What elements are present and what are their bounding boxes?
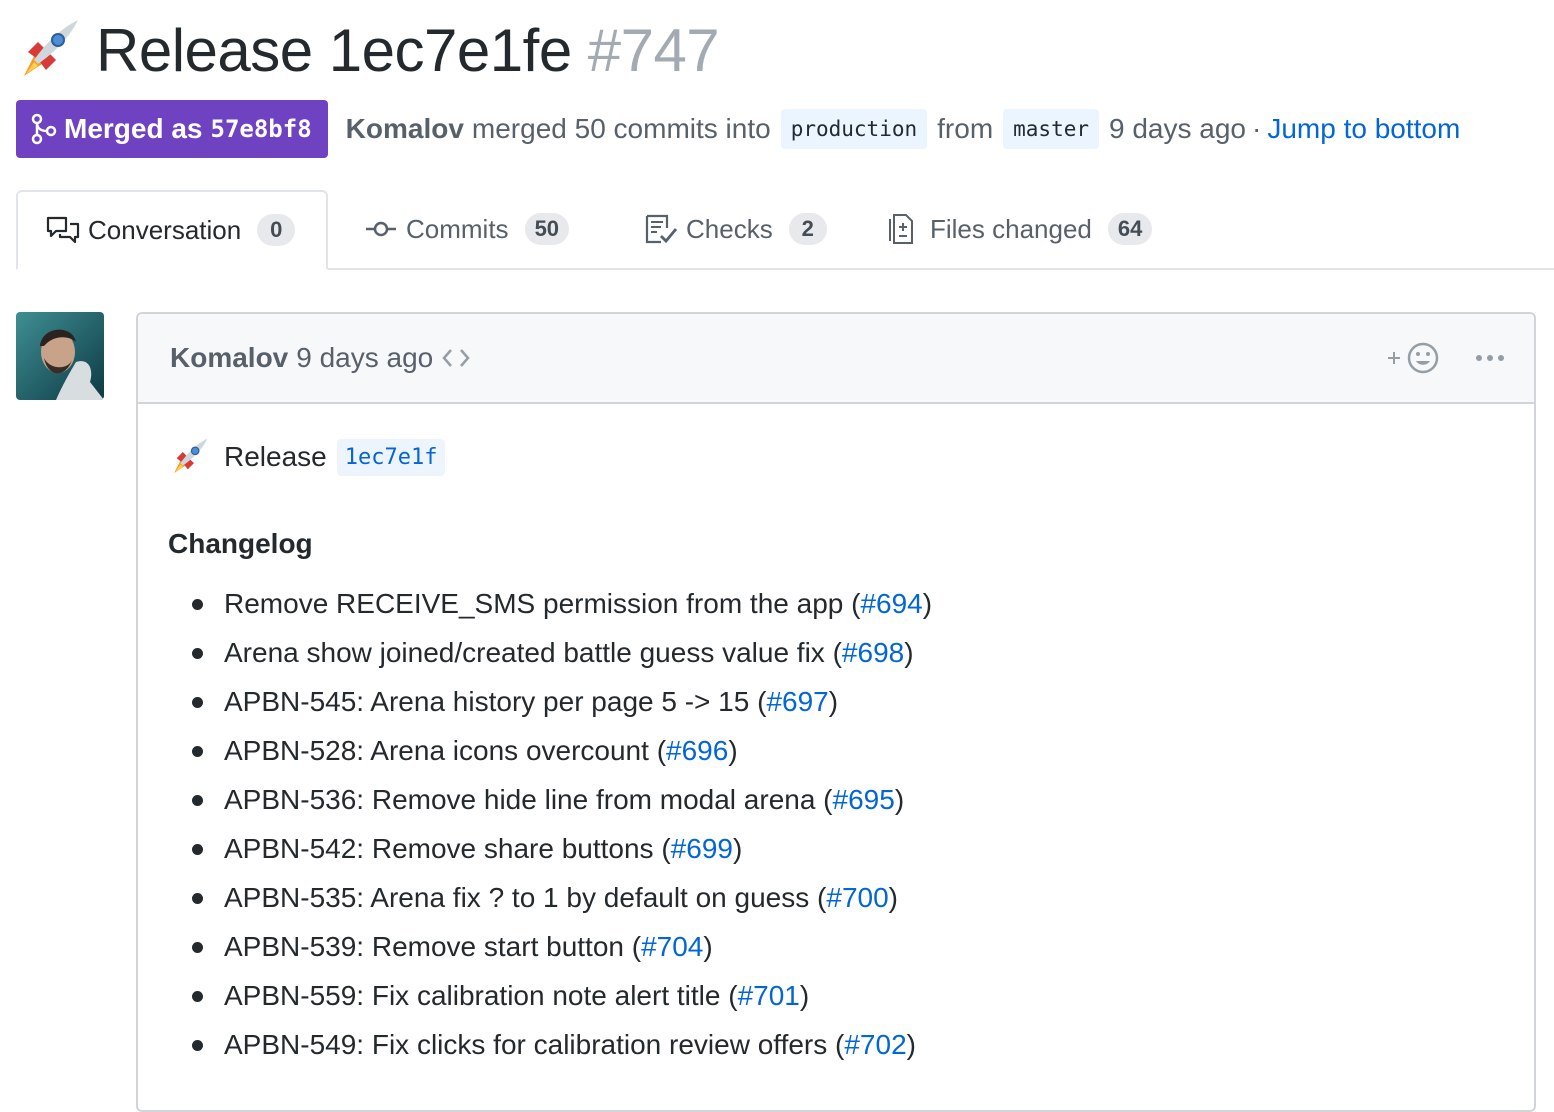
rocket-icon (168, 436, 210, 478)
bullet-icon (192, 942, 203, 953)
rocket-icon (14, 16, 82, 84)
tab-files-changed-label: Files changed (930, 213, 1092, 244)
bullet-icon (192, 599, 203, 610)
merged-state-badge: Merged as 57e8bf8 (16, 100, 328, 158)
changelog-item-pr-link[interactable]: #694 (860, 588, 922, 619)
bullet-icon (192, 893, 203, 904)
merged-commits-text: merged 50 commits into (471, 113, 771, 144)
jump-to-bottom-link[interactable]: Jump to bottom (1267, 113, 1460, 145)
list-item: APBN-535: Arena fix ? to 1 by default on… (168, 878, 932, 927)
changelog-item-text: APBN-536: Remove hide line from modal ar… (224, 784, 816, 815)
comment-timestamp[interactable]: 9 days ago (296, 342, 433, 374)
pr-tabs: Conversation 0 Commits 50 Checks 2 Files… (16, 190, 1554, 270)
changelog-item-text: APBN-539: Remove start button (224, 931, 624, 962)
git-commit-icon (364, 214, 398, 244)
tab-commits[interactable]: Commits 50 (364, 190, 570, 268)
pr-title: Release 1ec7e1fe (96, 16, 572, 84)
list-item: APBN-542: Remove share buttons (#699) (168, 829, 932, 878)
release-label: Release (224, 441, 327, 472)
tab-files-changed[interactable]: Files changed 64 (888, 190, 1153, 268)
bullet-icon (192, 697, 203, 708)
tab-checks[interactable]: Checks 2 (644, 190, 827, 268)
changelog-item-text: Arena show joined/created battle guess v… (224, 637, 825, 668)
changelog-item-pr-link[interactable]: #697 (766, 686, 828, 717)
code-icon (441, 345, 471, 371)
pr-meta-row: Merged as 57e8bf8 Komalov merged 50 comm… (16, 100, 1460, 158)
separator-dot: · (1252, 113, 1262, 144)
file-diff-icon (888, 214, 922, 244)
changelog-item-text: APBN-559: Fix calibration note alert tit… (224, 980, 721, 1011)
bullet-icon (192, 746, 203, 757)
merge-commit-sha[interactable]: 57e8bf8 (211, 115, 312, 143)
comment-header: Komalov 9 days ago (138, 314, 1534, 404)
release-commit-sha[interactable]: 1ec7e1f (336, 438, 446, 476)
changelog-item-text: APBN-549: Fix clicks for calibration rev… (224, 1029, 828, 1060)
add-reaction-button[interactable] (1386, 340, 1442, 376)
merged-state-label: Merged as (64, 113, 203, 144)
tab-checks-label: Checks (686, 213, 773, 244)
merge-author-link[interactable]: Komalov (346, 113, 464, 145)
list-item: Remove RECEIVE_SMS permission from the a… (168, 584, 932, 633)
list-item: Arena show joined/created battle guess v… (168, 633, 932, 682)
pr-number: #747 (587, 16, 720, 84)
changelog-item-pr-link[interactable]: #702 (844, 1029, 906, 1060)
list-item: APBN-549: Fix clicks for calibration rev… (168, 1025, 932, 1074)
tab-conversation-label: Conversation (88, 214, 242, 245)
list-item: APBN-528: Arena icons overcount (#696) (168, 731, 932, 780)
git-merge-icon (30, 113, 58, 145)
tab-conversation[interactable]: Conversation 0 (16, 190, 328, 270)
list-item: APBN-539: Remove start button (#704) (168, 927, 932, 976)
comment-discussion-icon (46, 215, 80, 245)
base-branch-label[interactable]: production (780, 109, 928, 149)
checklist-icon (644, 214, 678, 244)
changelog-heading: Changelog (168, 528, 313, 559)
changelog-item-pr-link[interactable]: #701 (738, 980, 800, 1011)
bullet-icon (192, 844, 203, 855)
pr-title-row: Release 1ec7e1fe #747 (14, 8, 720, 92)
list-item: APBN-559: Fix calibration note alert tit… (168, 976, 932, 1025)
tab-files-changed-count: 64 (1107, 213, 1153, 245)
tab-conversation-count: 0 (257, 214, 296, 246)
changelog-item-text: APBN-528: Arena icons overcount (224, 735, 649, 766)
release-line: Release 1ec7e1f (168, 436, 446, 478)
changelog-item-pr-link[interactable]: #698 (842, 637, 904, 668)
changelog-item-pr-link[interactable]: #704 (641, 931, 703, 962)
pr-description-comment: Komalov 9 days ago Release 1ec7e1f Chang… (136, 312, 1536, 1112)
bullet-icon (192, 991, 203, 1002)
changelog-item-pr-link[interactable]: #696 (666, 735, 728, 766)
list-item: APBN-536: Remove hide line from modal ar… (168, 780, 932, 829)
changelog-item-text: APBN-535: Arena fix ? to 1 by default on… (224, 882, 810, 913)
tab-commits-count: 50 (524, 213, 570, 245)
comment-author-link[interactable]: Komalov (170, 342, 288, 374)
from-text: from (937, 113, 994, 144)
list-item: APBN-545: Arena history per page 5 -> 15… (168, 682, 932, 731)
more-options-icon[interactable] (1474, 344, 1506, 372)
tab-checks-count: 2 (788, 213, 827, 245)
avatar[interactable] (16, 312, 104, 400)
head-branch-label[interactable]: master (1003, 109, 1099, 149)
merge-time: 9 days ago (1109, 113, 1246, 144)
bullet-icon (192, 1040, 203, 1051)
changelog-item-pr-link[interactable]: #700 (826, 882, 888, 913)
tab-commits-label: Commits (406, 213, 509, 244)
changelog-item-pr-link[interactable]: #699 (671, 833, 733, 864)
changelog-item-text: APBN-542: Remove share buttons (224, 833, 654, 864)
changelog-item-text: APBN-545: Arena history per page 5 -> 15 (224, 686, 750, 717)
bullet-icon (192, 795, 203, 806)
changelog-item-pr-link[interactable]: #695 (833, 784, 895, 815)
bullet-icon (192, 648, 203, 659)
changelog-item-text: Remove RECEIVE_SMS permission from the a… (224, 588, 844, 619)
changelog-list: Remove RECEIVE_SMS permission from the a… (168, 584, 932, 1074)
